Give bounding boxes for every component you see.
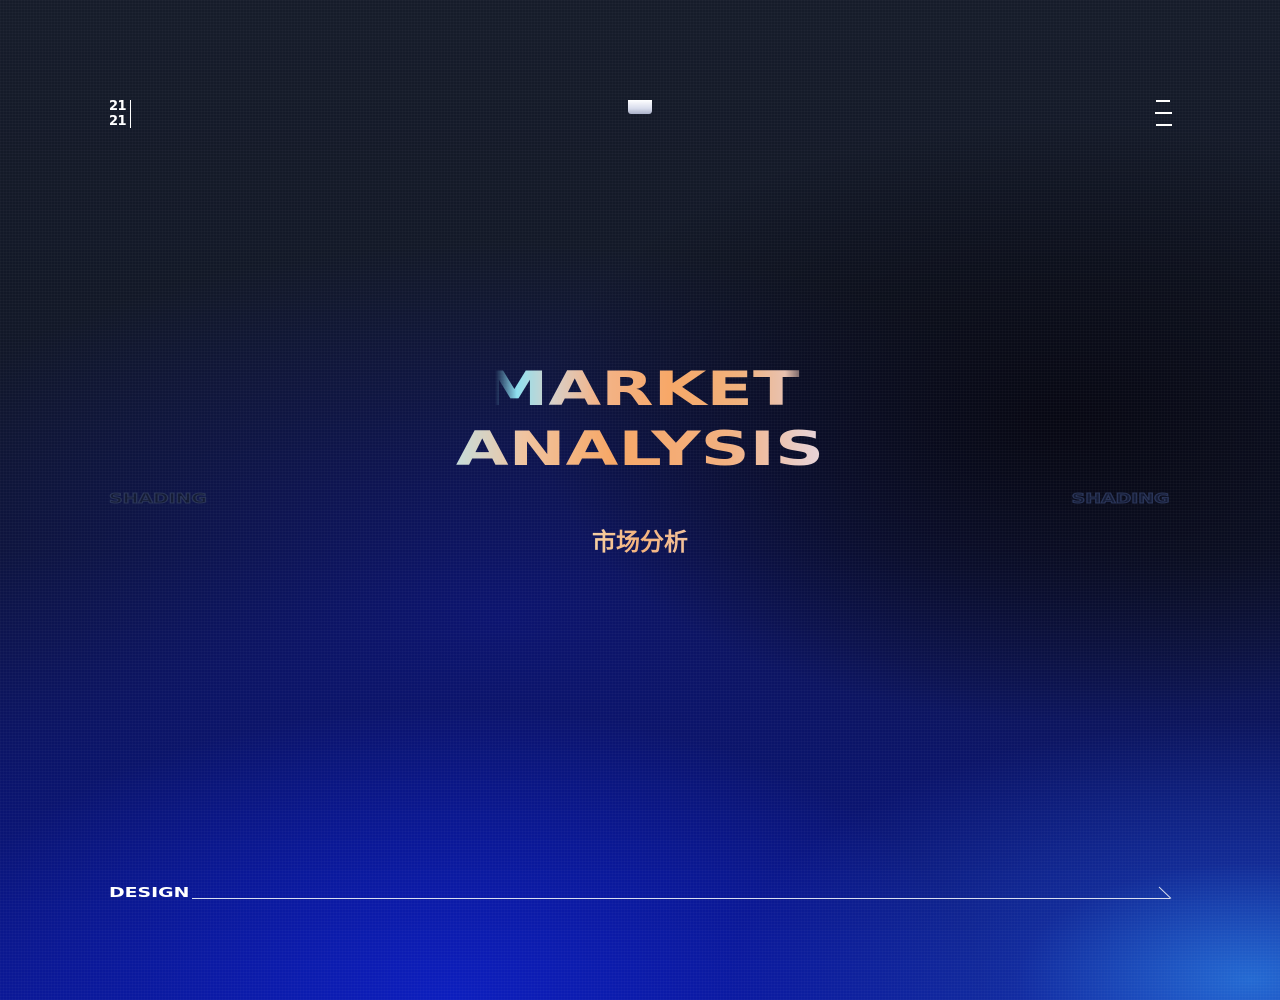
- title-line-1: MARKET: [0, 364, 1280, 416]
- logo-mark-icon: [628, 100, 652, 114]
- side-label-right: SHADING: [1070, 492, 1169, 508]
- arrow-right-icon: [1158, 886, 1172, 899]
- menu-bar: [1155, 112, 1172, 114]
- menu-bar: [1156, 124, 1172, 126]
- menu-bar: [1156, 100, 1170, 102]
- title-line-2: ANALYSIS: [0, 424, 1280, 476]
- side-label-left: SHADING: [108, 492, 207, 508]
- slide-page: 21 21 MARKET ANALYSIS SHADING SHADING 市场…: [0, 0, 1280, 1000]
- page-number-bottom: 21: [109, 114, 127, 129]
- footer-rule: [192, 898, 1170, 899]
- menu-icon[interactable]: [1155, 100, 1173, 126]
- page-number-divider: [130, 100, 131, 128]
- footer-label: DESIGN: [109, 886, 190, 901]
- page-number-top: 21: [109, 99, 127, 114]
- page-number: 21 21: [109, 99, 127, 129]
- subtitle-chinese: 市场分析: [0, 526, 1280, 558]
